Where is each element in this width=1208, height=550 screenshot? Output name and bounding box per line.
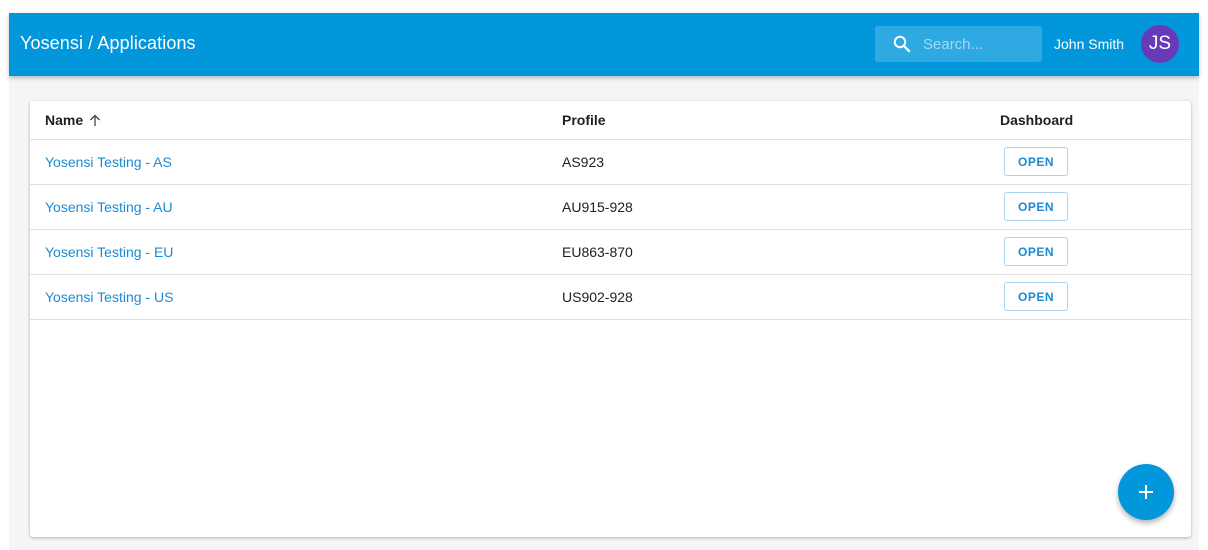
- application-link[interactable]: Yosensi Testing - EU: [45, 244, 173, 260]
- user-name: John Smith: [1054, 36, 1125, 52]
- profile-cell: US902-928: [562, 289, 633, 305]
- table-header-row: Name Profile Dashboard: [30, 101, 1191, 140]
- profile-cell: AU915-928: [562, 199, 633, 215]
- page-title: Yosensi / Applications: [20, 33, 196, 53]
- table-row: Yosensi Testing - AS AS923 OPEN: [30, 140, 1191, 185]
- table-row: Yosensi Testing - US US902-928 OPEN: [30, 275, 1191, 320]
- app-shell: Yosensi / Applications John Smith JS Nam…: [9, 13, 1199, 550]
- applications-table: Name Profile Dashboard Yosensi Testing -…: [30, 101, 1191, 537]
- open-dashboard-button[interactable]: OPEN: [1004, 147, 1068, 176]
- table-row: Yosensi Testing - AU AU915-928 OPEN: [30, 185, 1191, 230]
- avatar[interactable]: JS: [1141, 25, 1179, 63]
- application-link[interactable]: Yosensi Testing - AS: [45, 154, 172, 170]
- arrow-up-icon[interactable]: [89, 114, 101, 127]
- application-link[interactable]: Yosensi Testing - US: [45, 289, 173, 305]
- open-dashboard-button[interactable]: OPEN: [1004, 192, 1068, 221]
- search-icon: [893, 35, 911, 53]
- column-header-name[interactable]: Name: [45, 112, 101, 128]
- app-bar: Yosensi / Applications John Smith JS: [9, 13, 1199, 76]
- plus-icon: [1139, 485, 1153, 499]
- profile-cell: EU863-870: [562, 244, 633, 260]
- column-header-dashboard: Dashboard: [1000, 112, 1074, 128]
- open-dashboard-button[interactable]: OPEN: [1004, 282, 1068, 311]
- search-input[interactable]: [923, 34, 1033, 54]
- add-application-button[interactable]: [1118, 464, 1174, 520]
- application-link[interactable]: Yosensi Testing - AU: [45, 199, 173, 215]
- open-dashboard-button[interactable]: OPEN: [1004, 237, 1068, 266]
- search-box[interactable]: [875, 26, 1042, 62]
- column-header-profile: Profile: [562, 112, 606, 128]
- profile-cell: AS923: [562, 154, 605, 170]
- table-row: Yosensi Testing - EU EU863-870 OPEN: [30, 230, 1191, 275]
